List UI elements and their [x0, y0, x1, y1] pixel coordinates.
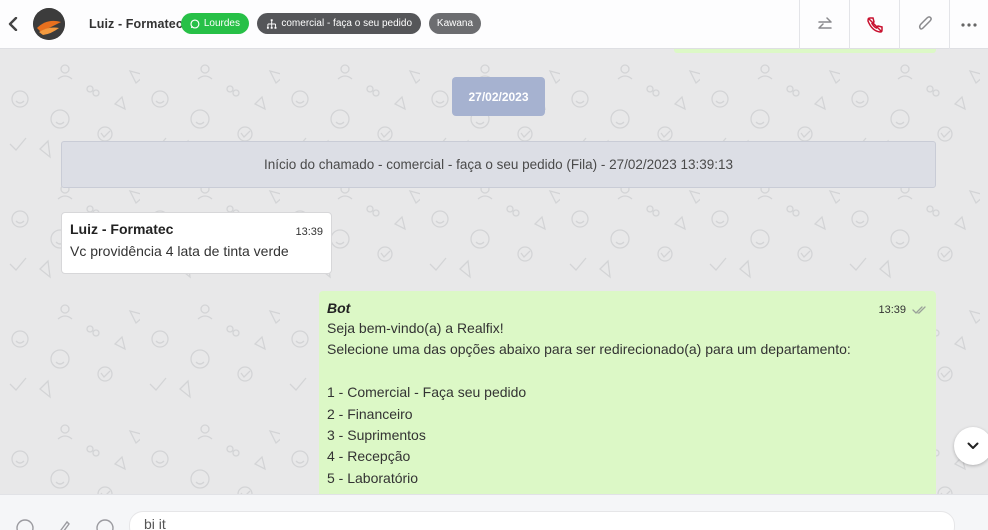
message-line [327, 361, 928, 382]
emoji-icon[interactable] [15, 518, 35, 530]
whatsapp-icon [190, 18, 200, 29]
previous-message-edge [674, 49, 936, 53]
back-icon [8, 17, 18, 31]
attachment-button[interactable] [899, 0, 949, 49]
double-check-icon [912, 306, 926, 314]
assigned-user-tag[interactable]: Lourdes [181, 13, 249, 34]
extra-tag[interactable]: Kawana [429, 13, 481, 34]
message-author: Bot [327, 300, 351, 316]
end-call-icon [866, 16, 883, 33]
chat-area[interactable]: 27/02/2023 Início do chamado - comercial… [0, 49, 988, 494]
queue-tag[interactable]: comercial - faça o seu pedido [257, 13, 421, 34]
message-line: 1 - Comercial - Faça seu pedido [327, 384, 527, 401]
date-divider: 27/02/2023 [452, 77, 545, 116]
end-call-button[interactable] [849, 0, 899, 49]
clock-icon[interactable] [95, 518, 115, 530]
attachment-icon [918, 15, 932, 30]
message-author: Luiz - Formatec [70, 221, 174, 237]
message-line: 3 - Suprimentos [327, 426, 426, 443]
queue-label: comercial - faça o seu pedido [281, 18, 412, 29]
message-line: 2 - Financeiro [327, 405, 413, 422]
message-text: Vc providência 4 lata de tinta verde [70, 243, 289, 259]
message-line: 5 - Laboratório [327, 469, 419, 486]
more-icon [961, 22, 977, 27]
microphone-icon[interactable] [55, 518, 75, 530]
contact-name: Luiz - Formatec [89, 17, 183, 31]
message-input[interactable]: bi it [129, 511, 955, 530]
outgoing-message[interactable]: Bot 13:39 Seja bem-vindo(a) a Realfix! S… [319, 291, 936, 494]
more-button[interactable] [949, 0, 988, 49]
chat-header: Luiz - Formatec Lourdes comercial - faça… [0, 0, 988, 49]
message-line: 4 - Recepção [327, 448, 411, 465]
back-button[interactable] [4, 14, 22, 34]
message-time: 13:39 [878, 304, 906, 316]
chevron-down-icon [967, 442, 979, 449]
sitemap-icon [266, 18, 277, 29]
assigned-user-label: Lourdes [203, 18, 240, 29]
composer: bi it [0, 494, 988, 530]
system-message: Início do chamado - comercial - faça o s… [61, 141, 936, 188]
scroll-down-button[interactable] [954, 427, 988, 465]
transfer-icon [817, 16, 832, 29]
transfer-button[interactable] [799, 0, 849, 49]
incoming-message[interactable]: Luiz - Formatec 13:39 Vc providência 4 l… [61, 212, 332, 274]
message-body: Seja bem-vindo(a) a Realfix! Selecione u… [327, 318, 928, 489]
message-line: Seja bem-vindo(a) a Realfix! [327, 320, 504, 336]
message-line: Selecione uma das opções abaixo para ser… [327, 341, 851, 358]
extra-tag-label: Kawana [436, 18, 474, 29]
avatar[interactable] [33, 8, 65, 40]
message-time: 13:39 [295, 226, 323, 238]
